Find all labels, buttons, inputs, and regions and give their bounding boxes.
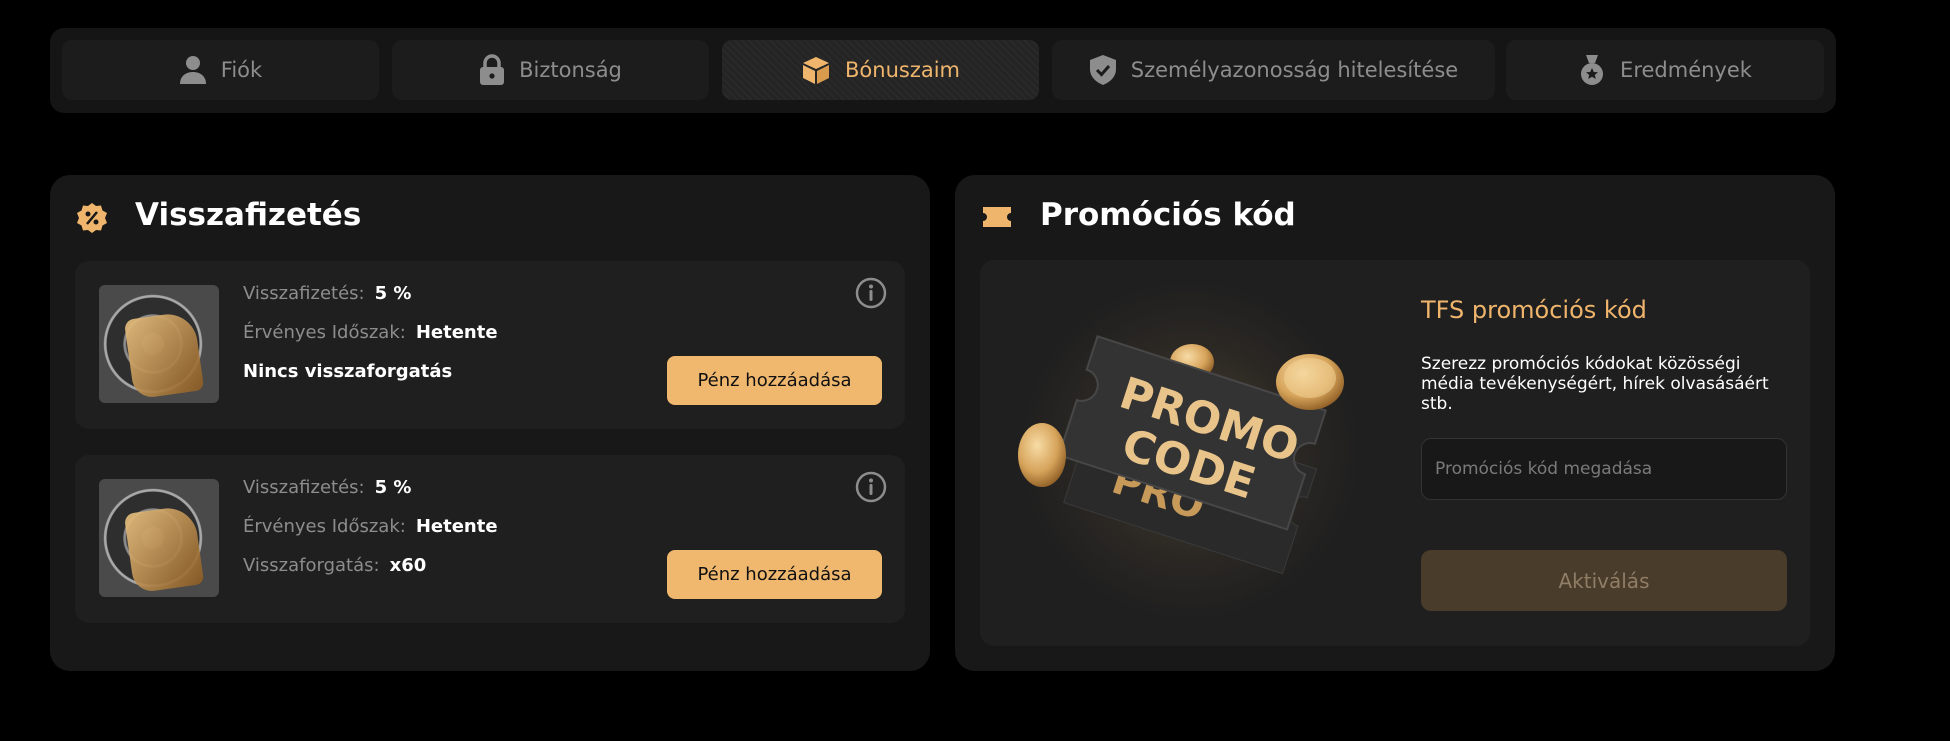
tab-achievements[interactable]: Eredmények — [1506, 40, 1824, 100]
promo-description: Szerezz promóciós kódokat közösségi médi… — [1421, 354, 1769, 414]
medal-icon — [1578, 54, 1606, 86]
activate-button[interactable]: Aktiválás — [1421, 550, 1787, 611]
profile-tab-bar: Fiók Biztonság Bónuszaim Személyazonossá… — [50, 28, 1836, 113]
promo-heading: TFS promóciós kód — [1421, 296, 1647, 324]
percent-badge-icon — [76, 202, 108, 238]
cashback-rate: Visszafizetés: 5 % — [243, 477, 412, 498]
tab-security[interactable]: Biztonság — [392, 40, 709, 100]
cashback-period: Érvényes Időszak: Hetente — [243, 516, 498, 537]
info-icon[interactable] — [855, 471, 887, 507]
cashback-item: Visszafizetés: 5 % Érvényes Időszak: Heten… — [75, 261, 905, 429]
tab-label: Biztonság — [519, 58, 622, 82]
box-icon — [801, 55, 831, 85]
cashback-card: Visszafizetés Visszafizetés: 5 % Érvényes… — [50, 175, 930, 671]
cashback-wager: Nincs visszaforgatás — [243, 361, 453, 382]
add-funds-button[interactable]: Pénz hozzáadása — [667, 356, 882, 405]
promo-title: Promóciós kód — [1040, 197, 1296, 233]
cashback-wager: Visszaforgatás: x60 — [243, 555, 427, 576]
cashback-item: Visszafizetés: 5 % Érvényes Időszak: Heten… — [75, 455, 905, 623]
cashback-image — [99, 285, 219, 403]
shield-check-icon — [1089, 54, 1117, 86]
ticket-icon — [981, 202, 1013, 236]
cashback-title: Visszafizetés — [135, 197, 362, 233]
tab-identity-verification[interactable]: Személyazonosság hitelesítése — [1052, 40, 1495, 100]
tab-label: Bónuszaim — [845, 58, 960, 82]
user-icon — [179, 55, 207, 85]
cashback-period: Érvényes Időszak: Hetente — [243, 322, 498, 343]
tab-label: Fiók — [220, 58, 263, 82]
promo-code-illustration: PRO PROMO CODE — [1018, 335, 1344, 575]
tab-label: Eredmények — [1620, 58, 1752, 82]
promo-panel: PRO PROMO CODE TFS promóciós kód Szerezz… — [980, 260, 1810, 646]
tab-account[interactable]: Fiók — [62, 40, 379, 100]
tab-my-bonuses[interactable]: Bónuszaim — [722, 40, 1039, 100]
promo-code-card: Promóciós kód PRO PROMO CODE TFS promóci… — [955, 175, 1835, 671]
add-funds-button[interactable]: Pénz hozzáadása — [667, 550, 882, 599]
info-icon[interactable] — [855, 277, 887, 313]
cashback-image — [99, 479, 219, 597]
promo-code-input[interactable] — [1421, 438, 1787, 500]
lock-icon — [479, 54, 505, 86]
cashback-rate: Visszafizetés: 5 % — [243, 283, 412, 304]
tab-label: Személyazonosság hitelesítése — [1130, 58, 1459, 82]
